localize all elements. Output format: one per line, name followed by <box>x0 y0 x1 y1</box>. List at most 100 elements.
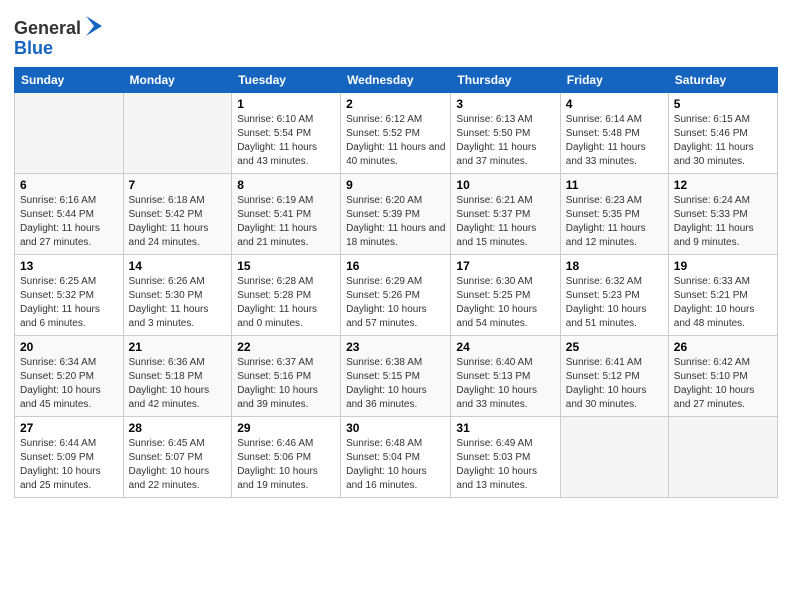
week-row-4: 27 Sunrise: 6:44 AMSunset: 5:09 PMDayligh… <box>15 417 778 498</box>
day-info: Sunrise: 6:40 AMSunset: 5:13 PMDaylight:… <box>456 356 554 412</box>
svg-text:Blue: Blue <box>14 38 53 58</box>
day-number: 24 <box>456 340 554 354</box>
day-info: Sunrise: 6:28 AMSunset: 5:28 PMDaylight:… <box>237 275 335 331</box>
weekday-header-wednesday: Wednesday <box>341 68 451 93</box>
day-info: Sunrise: 6:24 AMSunset: 5:33 PMDaylight:… <box>674 194 772 250</box>
calendar-cell: 8 Sunrise: 6:19 AMSunset: 5:41 PMDaylight… <box>232 174 341 255</box>
day-number: 6 <box>20 178 118 192</box>
weekday-header-tuesday: Tuesday <box>232 68 341 93</box>
calendar-cell: 7 Sunrise: 6:18 AMSunset: 5:42 PMDaylight… <box>123 174 232 255</box>
calendar-cell: 24 Sunrise: 6:40 AMSunset: 5:13 PMDayligh… <box>451 336 560 417</box>
calendar-cell <box>15 93 124 174</box>
day-info: Sunrise: 6:16 AMSunset: 5:44 PMDaylight:… <box>20 194 118 250</box>
calendar-cell: 27 Sunrise: 6:44 AMSunset: 5:09 PMDayligh… <box>15 417 124 498</box>
weekday-header-thursday: Thursday <box>451 68 560 93</box>
week-row-3: 20 Sunrise: 6:34 AMSunset: 5:20 PMDayligh… <box>15 336 778 417</box>
calendar-cell <box>668 417 777 498</box>
calendar-cell: 18 Sunrise: 6:32 AMSunset: 5:23 PMDayligh… <box>560 255 668 336</box>
day-info: Sunrise: 6:36 AMSunset: 5:18 PMDaylight:… <box>129 356 227 412</box>
weekday-header-row: SundayMondayTuesdayWednesdayThursdayFrid… <box>15 68 778 93</box>
calendar-cell: 28Sunrise: 6:45 AMSunset: 5:07 PMDayligh… <box>123 417 232 498</box>
day-number: 27 <box>20 421 118 435</box>
calendar-cell: 12Sunrise: 6:24 AMSunset: 5:33 PMDayligh… <box>668 174 777 255</box>
day-number: 31 <box>456 421 554 435</box>
day-number: 9 <box>346 178 445 192</box>
calendar-cell: 10 Sunrise: 6:21 AMSunset: 5:37 PMDayligh… <box>451 174 560 255</box>
day-number: 4 <box>566 97 663 111</box>
calendar-cell: 11Sunrise: 6:23 AMSunset: 5:35 PMDayligh… <box>560 174 668 255</box>
day-info: Sunrise: 6:45 AMSunset: 5:07 PMDaylight:… <box>129 437 227 493</box>
day-info: Sunrise: 6:13 AMSunset: 5:50 PMDaylight:… <box>456 113 554 169</box>
calendar-cell: 5 Sunrise: 6:15 AMSunset: 5:46 PMDaylight… <box>668 93 777 174</box>
day-info: Sunrise: 6:21 AMSunset: 5:37 PMDaylight:… <box>456 194 554 250</box>
day-info: Sunrise: 6:42 AMSunset: 5:10 PMDaylight:… <box>674 356 772 412</box>
day-info: Sunrise: 6:33 AMSunset: 5:21 PMDaylight:… <box>674 275 772 331</box>
week-row-0: 1 Sunrise: 6:10 AMSunset: 5:54 PMDaylight… <box>15 93 778 174</box>
day-info: Sunrise: 6:18 AMSunset: 5:42 PMDaylight:… <box>129 194 227 250</box>
day-number: 10 <box>456 178 554 192</box>
calendar-cell: 16 Sunrise: 6:29 AMSunset: 5:26 PMDayligh… <box>341 255 451 336</box>
day-number: 20 <box>20 340 118 354</box>
calendar-cell: 20 Sunrise: 6:34 AMSunset: 5:20 PMDayligh… <box>15 336 124 417</box>
day-number: 2 <box>346 97 445 111</box>
day-number: 23 <box>346 340 445 354</box>
calendar-cell: 22 Sunrise: 6:37 AMSunset: 5:16 PMDayligh… <box>232 336 341 417</box>
day-info: Sunrise: 6:15 AMSunset: 5:46 PMDaylight:… <box>674 113 772 169</box>
calendar-cell: 14 Sunrise: 6:26 AMSunset: 5:30 PMDayligh… <box>123 255 232 336</box>
day-number: 22 <box>237 340 335 354</box>
calendar-cell <box>560 417 668 498</box>
day-info: Sunrise: 6:12 AMSunset: 5:52 PMDaylight:… <box>346 113 445 169</box>
calendar-cell: 19 Sunrise: 6:33 AMSunset: 5:21 PMDayligh… <box>668 255 777 336</box>
day-info: Sunrise: 6:19 AMSunset: 5:41 PMDaylight:… <box>237 194 335 250</box>
day-info: Sunrise: 6:49 AMSunset: 5:03 PMDaylight:… <box>456 437 554 493</box>
day-number: 18 <box>566 259 663 273</box>
calendar-cell: 21Sunrise: 6:36 AMSunset: 5:18 PMDayligh… <box>123 336 232 417</box>
logo-area: GeneralBlue <box>14 14 104 59</box>
day-info: Sunrise: 6:37 AMSunset: 5:16 PMDaylight:… <box>237 356 335 412</box>
calendar-cell: 23Sunrise: 6:38 AMSunset: 5:15 PMDayligh… <box>341 336 451 417</box>
day-info: Sunrise: 6:44 AMSunset: 5:09 PMDaylight:… <box>20 437 118 493</box>
day-info: Sunrise: 6:46 AMSunset: 5:06 PMDaylight:… <box>237 437 335 493</box>
calendar-cell: 3 Sunrise: 6:13 AMSunset: 5:50 PMDaylight… <box>451 93 560 174</box>
day-info: Sunrise: 6:32 AMSunset: 5:23 PMDaylight:… <box>566 275 663 331</box>
calendar-cell: 13 Sunrise: 6:25 AMSunset: 5:32 PMDayligh… <box>15 255 124 336</box>
calendar-cell: 29Sunrise: 6:46 AMSunset: 5:06 PMDayligh… <box>232 417 341 498</box>
header: GeneralBlue <box>14 10 778 59</box>
calendar-cell: 2 Sunrise: 6:12 AMSunset: 5:52 PMDaylight… <box>341 93 451 174</box>
calendar-cell: 1 Sunrise: 6:10 AMSunset: 5:54 PMDaylight… <box>232 93 341 174</box>
day-number: 13 <box>20 259 118 273</box>
weekday-header-monday: Monday <box>123 68 232 93</box>
day-number: 26 <box>674 340 772 354</box>
calendar-cell: 9 Sunrise: 6:20 AMSunset: 5:39 PMDaylight… <box>341 174 451 255</box>
day-info: Sunrise: 6:20 AMSunset: 5:39 PMDaylight:… <box>346 194 445 250</box>
day-info: Sunrise: 6:26 AMSunset: 5:30 PMDaylight:… <box>129 275 227 331</box>
weekday-header-friday: Friday <box>560 68 668 93</box>
week-row-2: 13 Sunrise: 6:25 AMSunset: 5:32 PMDayligh… <box>15 255 778 336</box>
day-number: 7 <box>129 178 227 192</box>
day-number: 19 <box>674 259 772 273</box>
page: GeneralBlue SundayMondayTuesdayWednesday… <box>0 0 792 612</box>
day-number: 25 <box>566 340 663 354</box>
day-number: 16 <box>346 259 445 273</box>
calendar-cell: 6 Sunrise: 6:16 AMSunset: 5:44 PMDaylight… <box>15 174 124 255</box>
calendar-cell <box>123 93 232 174</box>
day-info: Sunrise: 6:34 AMSunset: 5:20 PMDaylight:… <box>20 356 118 412</box>
calendar-cell: 31 Sunrise: 6:49 AMSunset: 5:03 PMDayligh… <box>451 417 560 498</box>
weekday-header-saturday: Saturday <box>668 68 777 93</box>
day-info: Sunrise: 6:10 AMSunset: 5:54 PMDaylight:… <box>237 113 335 169</box>
calendar-cell: 15Sunrise: 6:28 AMSunset: 5:28 PMDayligh… <box>232 255 341 336</box>
day-number: 14 <box>129 259 227 273</box>
calendar-cell: 25Sunrise: 6:41 AMSunset: 5:12 PMDayligh… <box>560 336 668 417</box>
day-number: 3 <box>456 97 554 111</box>
calendar-table: SundayMondayTuesdayWednesdayThursdayFrid… <box>14 67 778 498</box>
day-number: 1 <box>237 97 335 111</box>
day-info: Sunrise: 6:25 AMSunset: 5:32 PMDaylight:… <box>20 275 118 331</box>
day-number: 30 <box>346 421 445 435</box>
day-info: Sunrise: 6:30 AMSunset: 5:25 PMDaylight:… <box>456 275 554 331</box>
day-info: Sunrise: 6:29 AMSunset: 5:26 PMDaylight:… <box>346 275 445 331</box>
day-info: Sunrise: 6:23 AMSunset: 5:35 PMDaylight:… <box>566 194 663 250</box>
day-number: 5 <box>674 97 772 111</box>
weekday-header-sunday: Sunday <box>15 68 124 93</box>
day-number: 8 <box>237 178 335 192</box>
day-info: Sunrise: 6:48 AMSunset: 5:04 PMDaylight:… <box>346 437 445 493</box>
